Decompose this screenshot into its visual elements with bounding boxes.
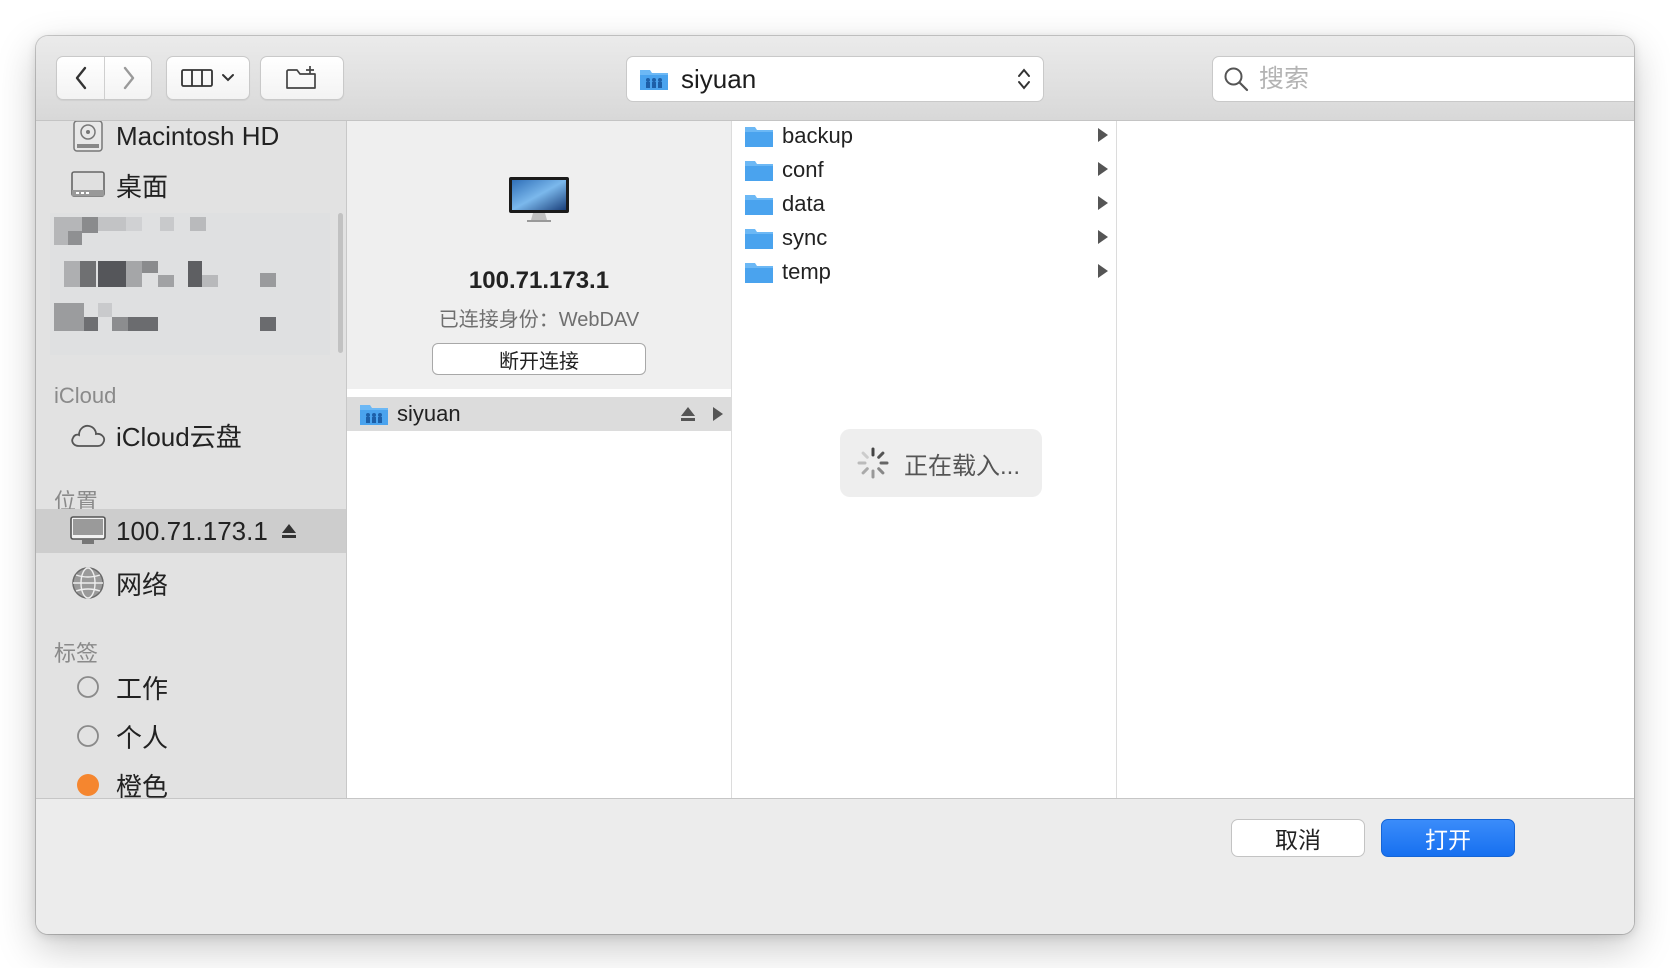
browser-column-server: 100.71.173.1 已连接身份：WebDAV 断开连接 siyuan: [347, 121, 732, 849]
tag-circle-icon: [70, 718, 106, 754]
connection-status: 已连接身份：WebDAV: [438, 309, 640, 331]
sidebar-item-desktop[interactable]: 桌面: [36, 162, 346, 208]
sidebar-item-tag-personal[interactable]: 个人: [36, 713, 346, 759]
disclosure-arrow-icon: [1098, 230, 1108, 244]
folder-row-conf[interactable]: conf: [732, 153, 1116, 187]
new-folder-icon: [286, 66, 316, 89]
back-button[interactable]: [57, 57, 105, 99]
disclosure-arrow-icon: [713, 407, 723, 421]
sidebar-item-icloud-drive[interactable]: iCloud云盘: [36, 412, 346, 458]
path-label: siyuan: [681, 63, 757, 94]
tag-circle-icon: [70, 669, 106, 705]
open-button[interactable]: 打开: [1381, 819, 1515, 857]
folder-icon: [745, 161, 773, 181]
cloud-icon: [70, 417, 106, 453]
folder-row-backup[interactable]: backup: [732, 121, 1116, 153]
disconnect-button[interactable]: 断开连接: [432, 343, 646, 375]
search-icon: [1224, 67, 1249, 92]
server-info-panel: 100.71.173.1 已连接身份：WebDAV 断开连接: [347, 121, 731, 389]
loading-text: 正在载入...: [904, 452, 1021, 480]
desktop-icon: [70, 167, 106, 203]
disclosure-arrow-icon: [1098, 196, 1108, 210]
imac-icon: [509, 177, 569, 222]
icloud-section-header: iCloud: [54, 383, 117, 408]
loading-indicator: 正在载入...: [840, 429, 1042, 497]
folder-icon: [745, 195, 773, 215]
hard-drive-icon: [70, 121, 106, 154]
redacted-sidebar-items: [50, 213, 330, 355]
folder-row-sync[interactable]: sync: [732, 221, 1116, 255]
disclosure-arrow-icon: [1098, 162, 1108, 176]
updown-chevron-icon: [1018, 68, 1030, 90]
sidebar-item-network[interactable]: 网络: [36, 560, 346, 606]
search-input[interactable]: [1257, 63, 1631, 95]
sidebar-item-macintosh-hd[interactable]: Macintosh HD: [36, 121, 346, 159]
cancel-button[interactable]: 取消: [1231, 819, 1365, 857]
sidebar-scrollbar[interactable]: [338, 213, 343, 353]
folder-row-temp[interactable]: temp: [732, 255, 1116, 289]
dialog-footer: 取消 打开: [36, 798, 1634, 934]
view-mode-button[interactable]: [166, 56, 250, 100]
disclosure-arrow-icon: [1098, 264, 1108, 278]
columns-view-icon: [181, 69, 213, 87]
eject-icon[interactable]: [679, 405, 697, 423]
chevron-left-icon: [75, 66, 87, 90]
file-open-dialog: siyuan Macintosh HD 桌面: [36, 36, 1634, 934]
search-field[interactable]: [1212, 56, 1634, 102]
forward-button[interactable]: [105, 57, 153, 99]
spinner-icon: [857, 447, 889, 479]
server-name: 100.71.173.1: [468, 267, 610, 294]
path-popup[interactable]: siyuan: [626, 56, 1044, 102]
browser-column-empty: [1117, 121, 1634, 849]
sidebar-item-server[interactable]: 100.71.173.1: [36, 509, 346, 553]
new-folder-button[interactable]: [260, 56, 344, 100]
folder-icon: [745, 229, 773, 249]
shared-folder-icon: [640, 70, 668, 90]
shared-folder-icon: [360, 405, 388, 425]
folder-icon: [745, 127, 773, 147]
nav-button-group: [56, 56, 152, 100]
folder-row-data[interactable]: data: [732, 187, 1116, 221]
network-globe-icon: [70, 565, 106, 601]
chevron-right-icon: [123, 66, 135, 90]
chevron-down-icon: [222, 74, 234, 82]
sidebar-item-tag-work[interactable]: 工作: [36, 664, 346, 710]
share-row-siyuan[interactable]: siyuan: [347, 397, 731, 431]
eject-icon[interactable]: [280, 522, 298, 540]
toolbar: siyuan: [36, 36, 1634, 121]
folder-icon: [745, 263, 773, 283]
disclosure-arrow-icon: [1098, 128, 1108, 142]
browser-column-folders: backup conf data sync temp 正在载入...: [732, 121, 1117, 849]
monitor-icon: [70, 513, 106, 549]
sidebar: Macintosh HD 桌面 iCloud iCloud云盘 位置 100.7…: [36, 121, 347, 849]
